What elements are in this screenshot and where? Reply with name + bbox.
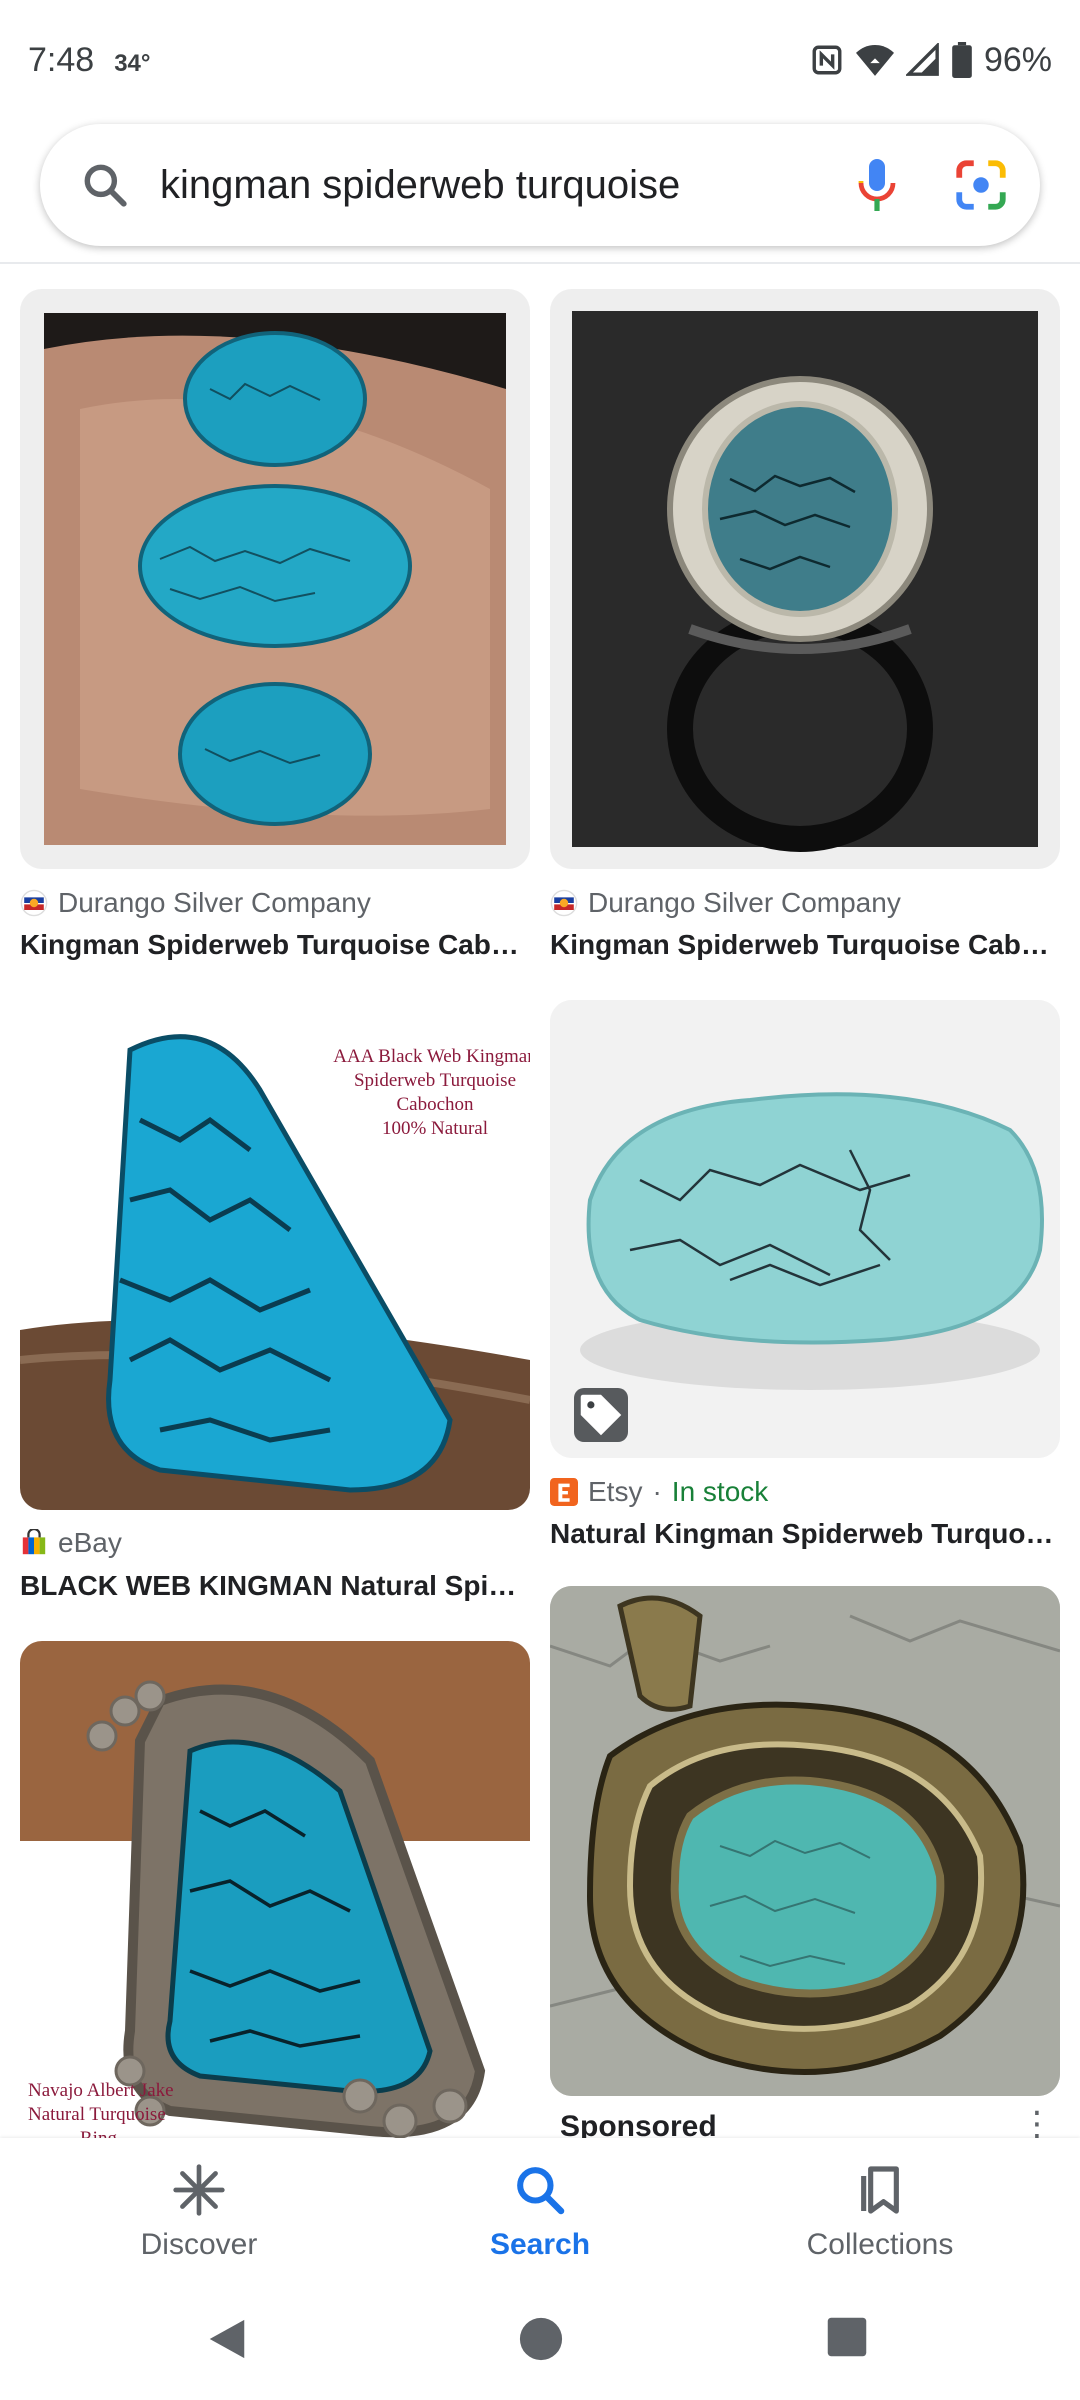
nav-discover[interactable]: Discover <box>79 2162 319 2262</box>
result-title[interactable]: Kingman Spiderweb Turquoise Cabo… <box>20 929 530 961</box>
result-source-name: Durango Silver Company <box>58 887 371 918</box>
result-thumbnail[interactable]: AAA Black Web Kingman Spiderweb Turquois… <box>20 1000 530 1510</box>
image-caption-line: Natural Turquoise <box>28 2104 166 2125</box>
result-thumbnail[interactable]: Navajo Albert Jake Natural Turquoise Rin… <box>20 1641 530 2138</box>
search-icon[interactable] <box>80 160 130 210</box>
result-card[interactable]: Durango Silver Company Kingman Spiderweb… <box>550 289 1060 969</box>
turquoise-cabochons-image <box>44 313 506 845</box>
image-results-grid: Durango Silver Company Kingman Spiderweb… <box>0 264 1080 2138</box>
battery-percent: 96% <box>983 40 1052 79</box>
result-card[interactable]: Navajo Albert Jake Natural Turquoise Rin… <box>20 1641 530 2138</box>
result-source-name: eBay <box>58 1527 122 1558</box>
price-tag-icon <box>574 1388 628 1442</box>
nav-collections[interactable]: Collections <box>760 2162 1000 2262</box>
nav-search[interactable]: Search <box>420 2162 660 2262</box>
result-title[interactable]: Kingman Spiderweb Turquoise Cabo… <box>550 929 1060 961</box>
durango-favicon-icon <box>550 889 578 917</box>
image-caption-line: Navajo Albert Jake <box>28 2080 174 2101</box>
nav-label: Collections <box>806 2228 954 2261</box>
image-caption-line: AAA Black Web Kingman <box>333 1046 530 1067</box>
bookmarks-icon <box>861 2166 899 2214</box>
image-caption-line: Cabochon <box>396 1094 474 1115</box>
wifi-icon <box>855 44 894 76</box>
battery-icon <box>952 42 972 78</box>
more-options-icon[interactable]: ⋮ <box>1020 2104 1054 2138</box>
status-bar: 7:48 34° 96% <box>0 0 1080 120</box>
result-source: Durango Silver Company <box>20 887 371 919</box>
result-title[interactable]: BLACK WEB KINGMAN Natural Spide… <box>20 1570 530 1602</box>
image-caption-line: Ring <box>80 2128 117 2138</box>
signal-icon <box>905 43 939 76</box>
black-web-cabochon-image: AAA Black Web Kingman Spiderweb Turquois… <box>20 1000 530 1510</box>
ebay-favicon-icon <box>22 1529 46 1555</box>
lens-icon[interactable] <box>952 156 1010 214</box>
result-source: eBay <box>20 1527 122 1559</box>
result-source: Etsy · In stock <box>550 1476 768 1508</box>
result-card[interactable]: AAA Black Web Kingman Spiderweb Turquois… <box>20 1000 530 1610</box>
navajo-ring-image: Navajo Albert Jake Natural Turquoise Rin… <box>20 1641 530 2138</box>
result-card[interactable]: Sponsored ⋮ <box>550 1586 1060 2138</box>
home-icon[interactable] <box>518 2316 564 2362</box>
back-icon[interactable] <box>205 2316 249 2362</box>
mic-icon[interactable] <box>852 155 902 215</box>
source-separator: · <box>652 1476 662 1507</box>
result-source: Durango Silver Company <box>550 887 901 919</box>
search-bar[interactable]: kingman spiderweb turquoise <box>40 124 1040 246</box>
result-source-name: Durango Silver Company <box>588 887 901 918</box>
system-navigation-bar <box>0 2280 1080 2400</box>
image-caption-line: 100% Natural <box>382 1118 488 1139</box>
turquoise-ring-image <box>572 311 1038 852</box>
search-input[interactable]: kingman spiderweb turquoise <box>160 163 852 208</box>
nav-label: Search <box>489 2228 591 2261</box>
availability-badge: In stock <box>671 1476 769 1507</box>
result-thumbnail[interactable] <box>550 1586 1060 2096</box>
recents-icon[interactable] <box>826 2316 868 2358</box>
bottom-navigation: Discover Search Collections <box>0 2138 1080 2280</box>
status-time: 7:48 <box>28 40 95 79</box>
sponsored-label: Sponsored <box>560 2110 717 2138</box>
nav-label: Discover <box>140 2228 258 2261</box>
asterisk-icon <box>173 2164 225 2216</box>
result-card[interactable]: Etsy · In stock Natural Kingman Spiderwe… <box>550 1000 1060 1560</box>
result-title[interactable]: Natural Kingman Spiderweb Turquoi… <box>550 1518 1060 1550</box>
turquoise-pendant-image <box>550 1586 1060 2096</box>
etsy-favicon-icon <box>550 1478 578 1506</box>
result-thumbnail[interactable] <box>20 289 530 869</box>
result-thumbnail[interactable] <box>550 1000 1060 1458</box>
nfc-icon <box>812 45 842 75</box>
result-thumbnail[interactable] <box>550 289 1060 869</box>
image-caption-line: Spiderweb Turquoise <box>354 1070 516 1091</box>
search-icon <box>517 2167 565 2215</box>
result-card[interactable]: Durango Silver Company Kingman Spiderweb… <box>20 289 530 969</box>
durango-favicon-icon <box>20 889 48 917</box>
result-source-name: Etsy <box>588 1476 643 1507</box>
status-temperature: 34° <box>114 49 151 77</box>
